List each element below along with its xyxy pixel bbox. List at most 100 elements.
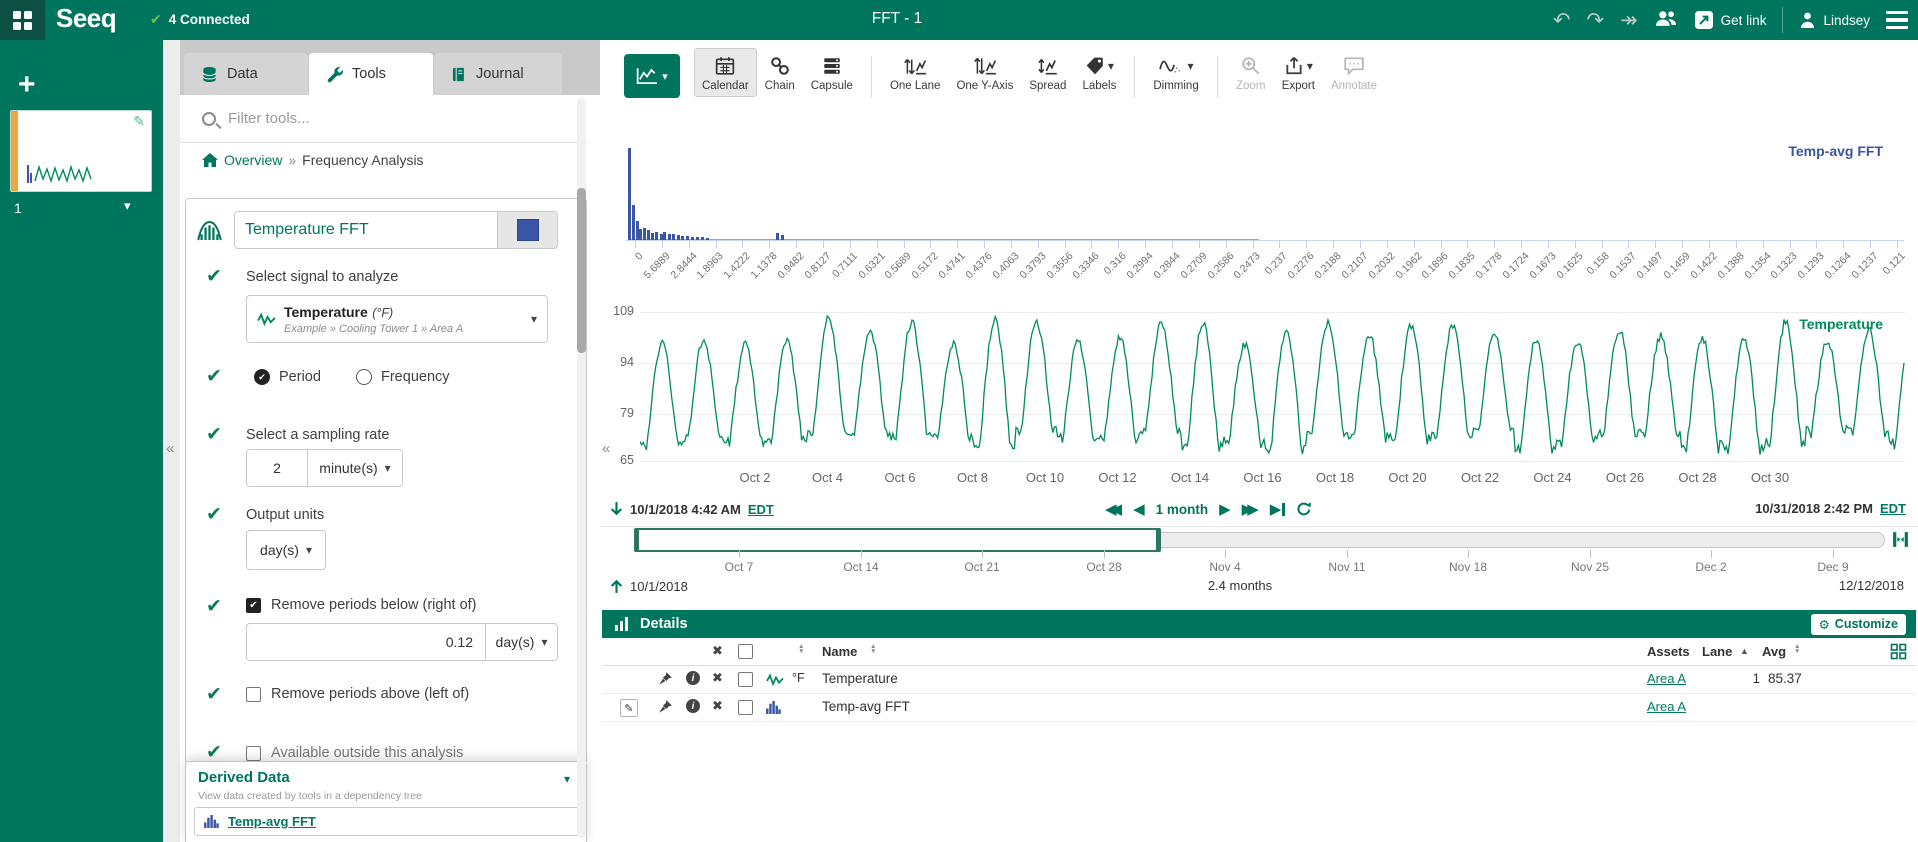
view-selector-button[interactable]: ▾ bbox=[624, 54, 680, 98]
row-asset-link[interactable]: Area A bbox=[1647, 699, 1686, 714]
step-back-icon[interactable]: ◀ bbox=[1133, 502, 1145, 517]
app-switcher-button[interactable] bbox=[0, 0, 45, 40]
get-link-button[interactable]: Get link bbox=[1694, 10, 1767, 30]
hamburger-menu-icon[interactable] bbox=[1886, 11, 1908, 30]
signal-icon bbox=[257, 312, 276, 327]
toolbar-button-one-y-axis[interactable]: One Y-Axis bbox=[948, 48, 1021, 97]
add-column-grid-icon[interactable] bbox=[1890, 643, 1907, 660]
undo-icon[interactable]: ↶ bbox=[1553, 10, 1571, 31]
edit-item-icon[interactable]: ✎ bbox=[620, 699, 638, 717]
color-picker-button[interactable] bbox=[498, 211, 558, 249]
range-duration[interactable]: 1 month bbox=[1156, 502, 1209, 517]
column-name[interactable]: Name bbox=[822, 644, 857, 659]
derived-item-temp-avg-fft[interactable]: Temp-avg FFT bbox=[194, 807, 580, 836]
pin-icon[interactable] bbox=[658, 699, 673, 716]
clipped-option[interactable]: Available outside this analysis bbox=[246, 745, 463, 761]
fft-tick bbox=[1011, 240, 1012, 248]
journal-icon bbox=[451, 66, 467, 83]
column-assets[interactable]: Assets bbox=[1647, 644, 1690, 659]
fft-tick-label: 0.2844 bbox=[1151, 250, 1182, 281]
breadcrumb-overview-link[interactable]: Overview bbox=[224, 152, 282, 168]
step-forward-many-icon[interactable]: ▶▶ bbox=[1242, 502, 1259, 517]
worksheet-thumbnail[interactable]: ✎ bbox=[10, 110, 152, 192]
sampling-unit-dropdown[interactable]: minute(s)▾ bbox=[307, 449, 403, 487]
toolbar-button-dimming[interactable]: ▾Dimming bbox=[1145, 48, 1206, 97]
frequency-radio[interactable]: Frequency bbox=[356, 369, 450, 385]
toolbar-button-labels[interactable]: ▾Labels bbox=[1074, 48, 1124, 97]
step-back-many-icon[interactable]: ◀◀ bbox=[1105, 502, 1122, 517]
range-start-timezone-link[interactable]: EDT bbox=[748, 502, 774, 517]
column-lane[interactable]: Lane bbox=[1702, 644, 1732, 659]
toolbar-button-calendar[interactable]: Calendar bbox=[694, 48, 757, 97]
investigate-end-text[interactable]: 12/12/2018 bbox=[1839, 578, 1904, 593]
tab-journal[interactable]: Journal bbox=[434, 53, 562, 95]
sort-asc-icon[interactable]: ▲ bbox=[1740, 646, 1749, 656]
period-radio[interactable]: ✔ Period bbox=[254, 369, 321, 385]
remove-above-option[interactable]: Remove periods above (left of) bbox=[246, 686, 469, 702]
derived-item-link[interactable]: Temp-avg FFT bbox=[228, 814, 316, 829]
users-access-icon[interactable] bbox=[1654, 9, 1678, 32]
column-avg[interactable]: Avg bbox=[1762, 644, 1786, 659]
scrollbar-thumb[interactable] bbox=[577, 188, 586, 353]
forward-history-icon[interactable]: ↠ bbox=[1620, 10, 1638, 31]
remove-below-value-input[interactable]: 0.12 bbox=[446, 634, 473, 650]
display-range-end[interactable]: 10/31/2018 2:42 PM EDT bbox=[1755, 501, 1906, 516]
display-range-start[interactable]: 10/1/2018 4:42 AM EDT bbox=[610, 501, 774, 517]
connection-status[interactable]: ✔ 4 Connected bbox=[150, 11, 250, 28]
tab-data[interactable]: Data bbox=[184, 53, 308, 95]
toolbar-button-export[interactable]: ▾Export bbox=[1274, 48, 1323, 97]
table-row-temperature[interactable]: i✖°FTemperatureArea A185.37 bbox=[602, 666, 1916, 694]
derived-data-title[interactable]: Derived Data bbox=[198, 769, 290, 786]
sort-icons[interactable]: ▲▼ bbox=[870, 644, 876, 654]
panel-scrollbar[interactable] bbox=[577, 98, 586, 838]
toolbar-button-capsule[interactable]: Capsule bbox=[803, 48, 861, 97]
select-all-checkbox[interactable] bbox=[738, 644, 753, 659]
tool-name-input[interactable] bbox=[234, 211, 498, 249]
fixed-width-icon[interactable] bbox=[1891, 530, 1910, 549]
row-checkbox[interactable] bbox=[738, 700, 753, 715]
remove-all-icon[interactable]: ✖ bbox=[712, 644, 723, 657]
toolbar-button-chain[interactable]: Chain bbox=[757, 48, 803, 97]
info-icon[interactable]: i bbox=[686, 699, 700, 713]
signal-select-dropdown[interactable]: Temperature (°F) Example » Cooling Tower… bbox=[246, 295, 548, 343]
breadcrumb-current: Frequency Analysis bbox=[302, 152, 423, 168]
step-to-end-icon[interactable]: ▶ bbox=[1270, 502, 1285, 517]
timeline-right-handle[interactable] bbox=[1156, 528, 1161, 552]
table-row-temp-avg-fft[interactable]: ✎i✖Temp-avg FFTArea A bbox=[602, 694, 1916, 722]
tab-tools[interactable]: Tools bbox=[309, 53, 433, 95]
refresh-icon[interactable] bbox=[1296, 501, 1312, 517]
home-icon[interactable] bbox=[202, 153, 218, 167]
add-worksheet-button[interactable]: + bbox=[18, 70, 36, 100]
investigate-start[interactable]: 10/1/2018 bbox=[610, 578, 688, 594]
step-forward-icon[interactable]: ▶ bbox=[1219, 502, 1231, 517]
chevron-down-icon[interactable]: ▾ bbox=[564, 772, 570, 786]
row-asset-link[interactable]: Area A bbox=[1647, 671, 1686, 686]
remove-item-icon[interactable]: ✖ bbox=[712, 671, 723, 684]
database-icon bbox=[201, 66, 218, 83]
remove-below-unit-dropdown[interactable]: day(s)▾ bbox=[485, 623, 558, 661]
edit-worksheet-icon[interactable]: ✎ bbox=[133, 113, 145, 130]
filter-tools-input[interactable] bbox=[226, 109, 526, 128]
timeline-left-handle[interactable] bbox=[634, 528, 639, 552]
customize-button[interactable]: ⚙ Customize bbox=[1811, 614, 1906, 635]
pin-icon[interactable] bbox=[658, 671, 673, 688]
user-menu[interactable]: Lindsey bbox=[1799, 11, 1870, 29]
remove-item-icon[interactable]: ✖ bbox=[712, 699, 723, 712]
redo-icon[interactable]: ↷ bbox=[1586, 10, 1604, 31]
output-unit-dropdown[interactable]: day(s)▾ bbox=[246, 530, 326, 570]
fft-chart[interactable]: 05.68892.84441.89631.42221.13780.94820.8… bbox=[622, 106, 1910, 261]
toolbar-button-spread[interactable]: Spread bbox=[1021, 48, 1074, 97]
info-icon[interactable]: i bbox=[686, 671, 700, 685]
timeline-tick-label: Oct 21 bbox=[947, 560, 1017, 574]
temperature-chart[interactable] bbox=[640, 302, 1905, 468]
worksheet-dropdown-icon[interactable]: ▾ bbox=[124, 198, 131, 214]
row-checkbox[interactable] bbox=[738, 672, 753, 687]
remove-below-option[interactable]: ✔ Remove periods below (right of) bbox=[246, 597, 477, 613]
sampling-rate-input[interactable]: 2 bbox=[273, 460, 281, 476]
toolbar-button-one-lane[interactable]: One Lane bbox=[882, 48, 949, 97]
collapse-rail-icon[interactable]: « bbox=[166, 440, 174, 457]
sort-icons[interactable]: ▲▼ bbox=[798, 644, 804, 654]
range-end-timezone-link[interactable]: EDT bbox=[1880, 501, 1906, 516]
sort-icons[interactable]: ▲▼ bbox=[1794, 644, 1800, 654]
timeline-selected-range[interactable] bbox=[635, 528, 1160, 552]
